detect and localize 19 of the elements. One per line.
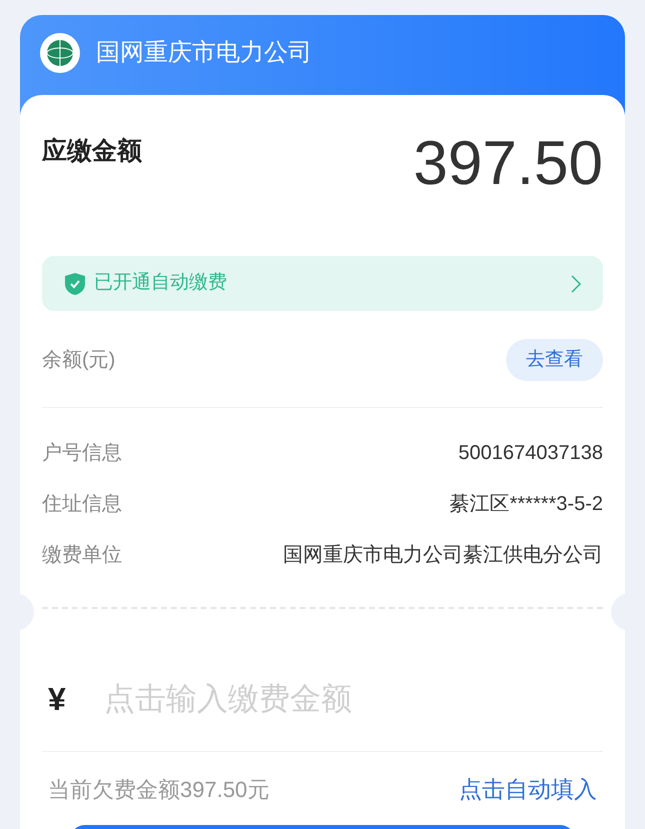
chevron-right-icon: [571, 274, 581, 292]
auto-pay-text: 已开通自动缴费: [94, 271, 228, 296]
auto-pay-banner[interactable]: 已开通自动缴费: [42, 256, 603, 311]
owed-amount-note: 当前欠费金额397.50元: [48, 776, 270, 804]
amount-due-label: 应缴金额: [42, 136, 142, 167]
view-button[interactable]: 去查看: [506, 339, 603, 381]
info-value: 綦江区******3-5-2: [450, 492, 603, 516]
shield-check-icon: [64, 272, 86, 296]
info-label: 住址信息: [42, 492, 122, 516]
autofill-link[interactable]: 点击自动填入: [459, 772, 597, 806]
currency-symbol: ¥: [48, 680, 67, 719]
company-title: 国网重庆市电力公司: [96, 38, 312, 68]
info-value: 国网重庆市电力公司綦江供电分公司: [283, 542, 603, 568]
logo-icon: [40, 33, 80, 73]
balance-label: 余额(元): [42, 348, 116, 373]
info-label: 缴费单位: [42, 542, 122, 568]
info-value: 5001674037138: [458, 440, 603, 466]
info-label: 户号信息: [42, 440, 122, 466]
amount-due-value: 397.50: [413, 129, 603, 199]
